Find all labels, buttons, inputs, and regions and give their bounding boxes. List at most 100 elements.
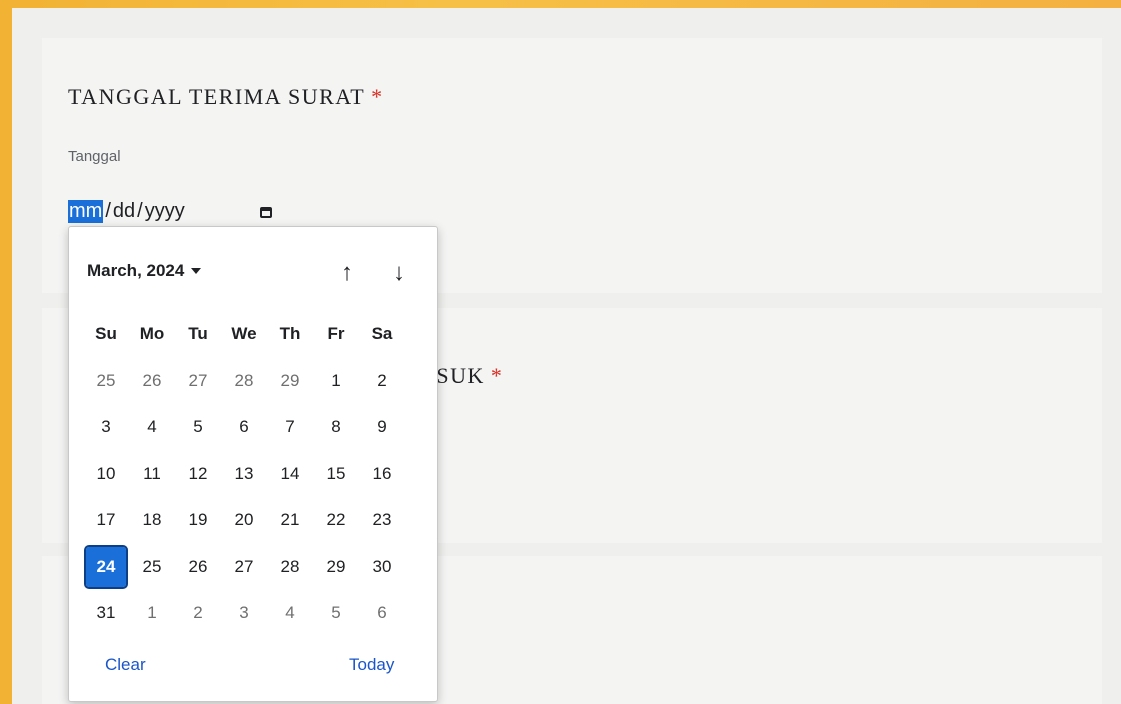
caret-down-icon — [191, 268, 202, 274]
day-number: 1 — [331, 370, 341, 390]
day-number: 17 — [96, 510, 116, 530]
weekday-header: Tu — [188, 324, 208, 344]
day-number: 12 — [188, 463, 208, 483]
day-cell[interactable]: 25 — [129, 544, 175, 591]
day-number: 7 — [285, 417, 295, 437]
day-cell[interactable]: 17 — [83, 497, 129, 544]
day-number: 6 — [377, 603, 387, 623]
day-cell[interactable]: 25 — [83, 358, 129, 405]
day-number: 30 — [372, 556, 392, 576]
day-number: 24 — [84, 544, 128, 589]
month-year-selector[interactable]: March, 2024 — [87, 261, 202, 281]
arrow-down-icon[interactable]: ↓ — [385, 259, 413, 287]
day-number: 19 — [188, 510, 208, 530]
day-cell[interactable]: 28 — [221, 358, 267, 405]
date-separator: / — [105, 199, 111, 222]
day-cell[interactable]: 1 — [313, 358, 359, 405]
date-separator: / — [137, 199, 143, 222]
day-number: 3 — [239, 603, 249, 623]
day-cell[interactable]: 30 — [359, 544, 405, 591]
day-cell[interactable]: 5 — [313, 590, 359, 637]
day-cell[interactable]: 27 — [221, 544, 267, 591]
calendar-icon[interactable] — [256, 202, 276, 222]
day-number: 13 — [234, 463, 254, 483]
year-segment[interactable]: yyyy — [145, 200, 185, 223]
weekday-header: Sa — [371, 324, 393, 344]
day-number: 26 — [142, 370, 162, 390]
today-button[interactable]: Today — [349, 655, 394, 675]
day-number: 15 — [326, 463, 346, 483]
day-cell[interactable]: 4 — [267, 590, 313, 637]
day-number: 20 — [234, 510, 254, 530]
day-number: 5 — [193, 417, 203, 437]
day-cell[interactable]: 19 — [175, 497, 221, 544]
day-cell[interactable]: 29 — [313, 544, 359, 591]
day-cell[interactable]: 23 — [359, 497, 405, 544]
day-number: 31 — [96, 603, 116, 623]
day-cell[interactable]: 11 — [129, 451, 175, 498]
day-cell[interactable]: 27 — [175, 358, 221, 405]
day-cell[interactable]: 10 — [83, 451, 129, 498]
day-cell[interactable]: 6 — [359, 590, 405, 637]
day-cell[interactable]: 26 — [175, 544, 221, 591]
day-number: 27 — [188, 370, 208, 390]
day-cell[interactable]: 31 — [83, 590, 129, 637]
day-cell[interactable]: 14 — [267, 451, 313, 498]
weekday-header: We — [231, 324, 257, 344]
day-number: 5 — [331, 603, 341, 623]
day-cell[interactable]: 29 — [267, 358, 313, 405]
day-number: 25 — [96, 370, 116, 390]
day-number: 27 — [234, 556, 254, 576]
day-cell[interactable]: 3 — [221, 590, 267, 637]
day-cell[interactable]: 3 — [83, 404, 129, 451]
day-cell[interactable]: 26 — [129, 358, 175, 405]
day-number: 9 — [377, 417, 387, 437]
day-number: 6 — [239, 417, 249, 437]
day-number: 28 — [280, 556, 300, 576]
day-cell[interactable]: 7 — [267, 404, 313, 451]
month-year-label: March, 2024 — [87, 261, 185, 280]
weekday-header: Th — [279, 324, 301, 344]
day-number: 10 — [96, 463, 116, 483]
month-segment[interactable]: mm — [68, 199, 104, 223]
day-number: 25 — [142, 556, 162, 576]
day-number: 21 — [280, 510, 300, 530]
day-number: 29 — [280, 370, 300, 390]
day-number: 14 — [280, 463, 300, 483]
day-cell[interactable]: 28 — [267, 544, 313, 591]
day-cell[interactable]: 2 — [175, 590, 221, 637]
day-cell[interactable]: 9 — [359, 404, 405, 451]
day-cell[interactable]: 2 — [359, 358, 405, 405]
day-cell[interactable]: 13 — [221, 451, 267, 498]
clear-button[interactable]: Clear — [105, 655, 146, 675]
day-cell[interactable]: 6 — [221, 404, 267, 451]
day-cell[interactable]: 18 — [129, 497, 175, 544]
day-number: 23 — [372, 510, 392, 530]
day-cell[interactable]: 22 — [313, 497, 359, 544]
day-number: 2 — [193, 603, 203, 623]
weekday-header: Fr — [327, 324, 345, 344]
calendar-grid: Su Mo Tu We Th Fr Sa 25 26 27 28 29 1 2 3 4 5 6 7 8 9 10 11 12 1… — [83, 311, 423, 637]
day-cell[interactable]: 20 — [221, 497, 267, 544]
day-cell[interactable]: 5 — [175, 404, 221, 451]
day-number: 8 — [331, 417, 341, 437]
arrow-up-icon[interactable]: ↑ — [333, 259, 361, 287]
day-cell[interactable]: 4 — [129, 404, 175, 451]
day-cell[interactable]: 16 — [359, 451, 405, 498]
day-cell[interactable]: 15 — [313, 451, 359, 498]
day-number: 29 — [326, 556, 346, 576]
day-cell[interactable]: 12 — [175, 451, 221, 498]
day-cell-selected[interactable]: 24 — [83, 544, 129, 591]
question-title: TANGGAL TERIMA SURAT * — [68, 84, 384, 110]
day-number: 16 — [372, 463, 392, 483]
day-cell[interactable]: 21 — [267, 497, 313, 544]
day-cell[interactable]: 1 — [129, 590, 175, 637]
day-cell[interactable]: 8 — [313, 404, 359, 451]
day-number: 11 — [143, 463, 161, 483]
weekday-header: Mo — [139, 324, 165, 344]
required-mark: * — [371, 84, 384, 109]
required-mark: * — [490, 363, 504, 388]
day-number: 22 — [326, 510, 346, 530]
day-segment[interactable]: dd — [113, 200, 135, 223]
day-number: 4 — [147, 417, 157, 437]
